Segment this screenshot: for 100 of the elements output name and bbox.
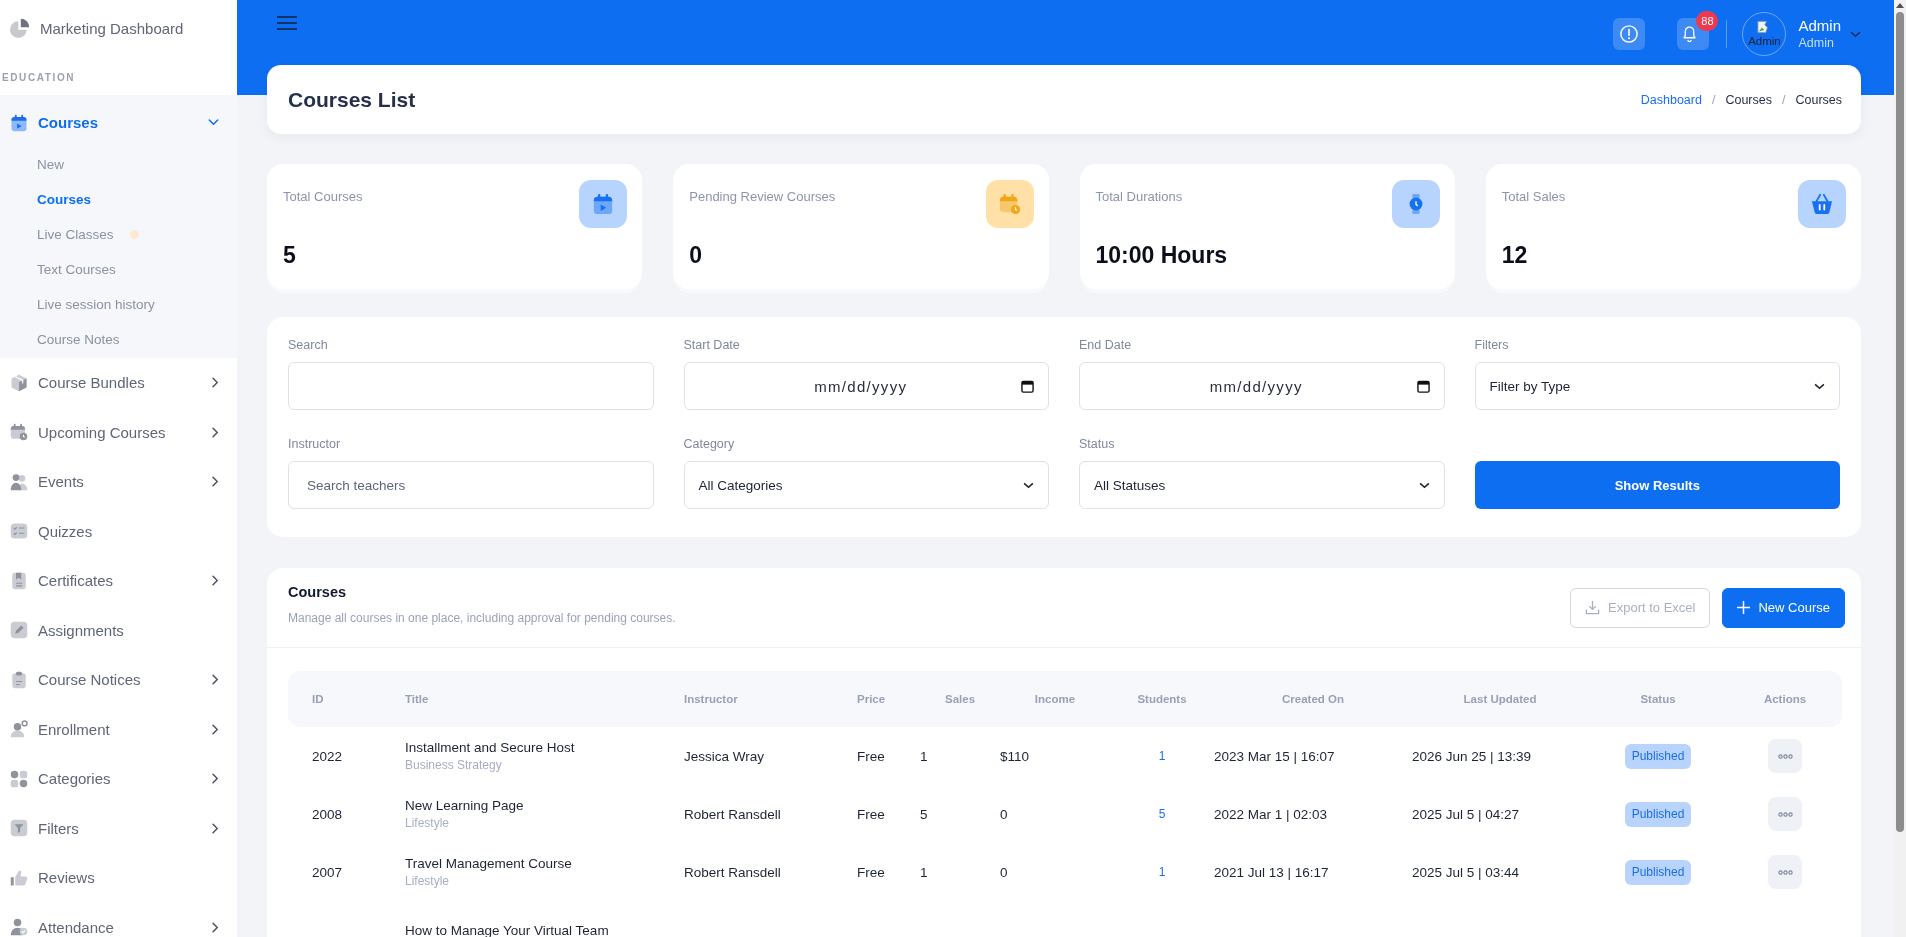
grid-icon — [10, 769, 28, 788]
course-title: New Learning Page — [405, 797, 524, 814]
document-icon — [10, 571, 28, 590]
sidebar-item[interactable]: Enrollment — [0, 704, 237, 754]
chevron-right-icon[interactable] — [212, 377, 219, 389]
breadcrumb-link[interactable]: Dashboard — [1640, 92, 1702, 107]
sidebar-item[interactable]: Quizzes — [0, 506, 237, 556]
scroll-up-arrow-icon[interactable] — [1896, 3, 1904, 8]
chevron-right-icon[interactable] — [212, 723, 219, 735]
chevron-right-icon[interactable] — [212, 426, 219, 438]
info-button[interactable] — [1613, 18, 1646, 50]
calendar-icon — [10, 113, 28, 132]
sidebar-subitem[interactable]: Courses — [0, 182, 237, 217]
menu-icon[interactable] — [277, 16, 297, 30]
sidebar-item[interactable]: Certificates — [0, 556, 237, 606]
select-field[interactable]: All Categories — [683, 461, 1049, 509]
date-field[interactable]: mm/dd/yyyy — [1079, 362, 1445, 410]
sidebar-item[interactable]: Attendance — [0, 902, 237, 937]
sidebar-item[interactable]: Courses — [0, 95, 237, 147]
sidebar-subitem[interactable]: Live Classes — [0, 217, 237, 252]
column-header: Price — [857, 693, 886, 705]
course-title: Installment and Secure Host — [405, 739, 575, 756]
table-cell: 2023 Mar 15 | 16:07 — [1214, 748, 1335, 764]
select-field[interactable]: All Statuses — [1079, 461, 1445, 509]
table-cell: 2025 Jul 5 | 03:44 — [1412, 864, 1520, 880]
stat-value: 12 — [1501, 241, 1528, 269]
funnel-icon — [10, 819, 28, 838]
chevron-down-icon[interactable] — [208, 119, 219, 126]
students-link[interactable]: 1 — [1158, 865, 1166, 879]
column-header: ID — [312, 693, 324, 705]
breadcrumb-item: Courses — [1795, 92, 1842, 107]
chevron-right-icon[interactable] — [212, 921, 219, 933]
stat-label: Total Sales — [1501, 189, 1566, 205]
more-icon — [1776, 811, 1794, 817]
students-link[interactable]: 1 — [1158, 749, 1166, 763]
clipboard-icon — [10, 670, 28, 689]
date-field[interactable]: mm/dd/yyyy — [683, 362, 1049, 410]
breadcrumb-separator: / — [1711, 92, 1716, 107]
new-course-button[interactable]: New Course — [1722, 587, 1845, 628]
table-cell: 2026 Jun 25 | 13:39 — [1412, 748, 1532, 764]
column-header: Last Updated — [1463, 693, 1537, 705]
students-link[interactable]: 5 — [1158, 807, 1166, 821]
stat-label: Total Courses — [283, 189, 363, 205]
sidebar-item[interactable]: Course Notices — [0, 655, 237, 705]
calendar-icon[interactable] — [1021, 379, 1034, 393]
users-icon — [10, 472, 28, 491]
sidebar-item[interactable]: Course Bundles — [0, 358, 237, 408]
column-header: Students — [1137, 693, 1187, 705]
notifications-button[interactable]: 88 — [1677, 11, 1719, 50]
column-header: Sales — [944, 693, 976, 705]
sidebar-item[interactable]: Marketing Dashboard — [0, 0, 237, 56]
field-label: End Date — [1079, 338, 1132, 353]
column-header: Created On — [1282, 693, 1344, 705]
field-label: Start Date — [683, 338, 740, 353]
sidebar-subitem[interactable]: Text Courses — [0, 252, 237, 287]
user-role: Admin — [1798, 35, 1835, 51]
column-header: Title — [405, 693, 429, 705]
sidebar-item[interactable]: Upcoming Courses — [0, 407, 237, 457]
select-field[interactable]: Filter by Type — [1474, 362, 1840, 410]
column-header: Income — [1034, 693, 1076, 705]
pie-chart-icon — [10, 18, 30, 38]
sidebar-item[interactable]: Reviews — [0, 853, 237, 903]
chevron-right-icon[interactable] — [212, 476, 219, 488]
show-results-button[interactable]: Show Results — [1474, 461, 1840, 509]
text-field[interactable]: Search teachers — [288, 461, 654, 509]
user-name: Admin — [1798, 17, 1841, 35]
course-category: Lifestyle — [405, 874, 450, 889]
sidebar-subitem[interactable]: Live session history — [0, 287, 237, 322]
sidebar-item[interactable]: Events — [0, 457, 237, 507]
breadcrumb-separator: / — [1781, 92, 1786, 107]
more-icon — [1776, 753, 1794, 759]
calendar-icon[interactable] — [1416, 379, 1430, 393]
info-icon — [1620, 25, 1639, 43]
sidebar-item[interactable]: Categories — [0, 754, 237, 804]
table-cell: 2022 Mar 1 | 02:03 — [1214, 806, 1328, 822]
table-cell: 2022 — [312, 748, 343, 764]
notification-badge: 88 — [1696, 11, 1719, 31]
more-icon — [1776, 869, 1794, 875]
field-label: Search — [288, 338, 328, 353]
thumbs-up-icon — [10, 868, 28, 887]
chevron-right-icon[interactable] — [212, 674, 219, 686]
column-header: Actions — [1763, 693, 1807, 705]
text-field[interactable] — [288, 362, 654, 410]
sidebar-item[interactable]: Filters — [0, 803, 237, 853]
pencil-icon — [10, 621, 28, 640]
sidebar-subitem[interactable]: New — [0, 147, 237, 182]
sidebar-subitem[interactable]: Course Notes — [0, 322, 237, 357]
chevron-right-icon[interactable] — [212, 773, 219, 785]
scrollbar-thumb[interactable] — [1896, 12, 1904, 832]
course-title: How to Manage Your Virtual Team — [405, 921, 609, 937]
status-badge: Published — [1624, 743, 1692, 769]
sidebar-item[interactable]: Assignments — [0, 605, 237, 655]
chevron-right-icon[interactable] — [212, 822, 219, 834]
course-title: Travel Management Course — [405, 855, 572, 872]
table-cell: 2025 Jul 5 | 04:27 — [1412, 806, 1520, 822]
table-cell: 2008 — [312, 806, 343, 822]
chevron-down-icon[interactable] — [1850, 30, 1861, 38]
course-category: Business Strategy — [405, 758, 502, 773]
table-cell: 0 — [1000, 864, 1008, 880]
chevron-right-icon[interactable] — [212, 575, 219, 587]
